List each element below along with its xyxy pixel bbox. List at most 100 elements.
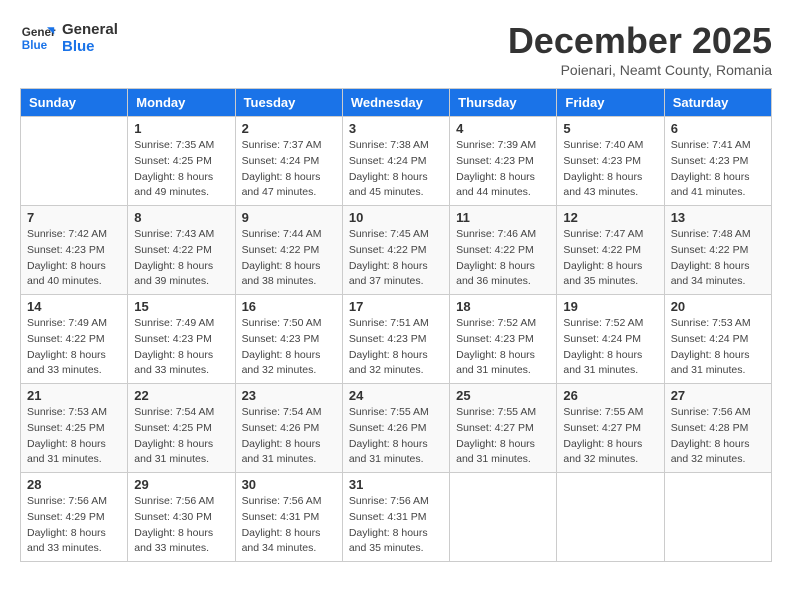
day-info: Sunrise: 7:56 AM Sunset: 4:29 PM Dayligh… <box>27 494 121 557</box>
day-info: Sunrise: 7:54 AM Sunset: 4:26 PM Dayligh… <box>242 405 336 468</box>
day-header-monday: Monday <box>128 89 235 117</box>
month-title: December 2025 <box>508 20 772 62</box>
day-number: 22 <box>134 388 228 403</box>
day-number: 4 <box>456 121 550 136</box>
logo-icon: General Blue <box>20 20 56 56</box>
day-number: 5 <box>563 121 657 136</box>
day-info: Sunrise: 7:52 AM Sunset: 4:23 PM Dayligh… <box>456 316 550 379</box>
day-info: Sunrise: 7:56 AM Sunset: 4:31 PM Dayligh… <box>349 494 443 557</box>
day-info: Sunrise: 7:52 AM Sunset: 4:24 PM Dayligh… <box>563 316 657 379</box>
day-header-saturday: Saturday <box>664 89 771 117</box>
day-info: Sunrise: 7:49 AM Sunset: 4:23 PM Dayligh… <box>134 316 228 379</box>
calendar-week-2: 7 Sunrise: 7:42 AM Sunset: 4:23 PM Daylig… <box>21 206 772 295</box>
calendar-cell: 22 Sunrise: 7:54 AM Sunset: 4:25 PM Dayli… <box>128 384 235 473</box>
day-header-friday: Friday <box>557 89 664 117</box>
day-info: Sunrise: 7:49 AM Sunset: 4:22 PM Dayligh… <box>27 316 121 379</box>
calendar-week-4: 21Sunrise: 7:53 AM Sunset: 4:25 PM Dayli… <box>21 384 772 473</box>
day-number: 3 <box>349 121 443 136</box>
day-number: 26 <box>563 388 657 403</box>
day-info: Sunrise: 7:56 AM Sunset: 4:30 PM Dayligh… <box>134 494 228 557</box>
day-info: Sunrise: 7:44 AM Sunset: 4:22 PM Dayligh… <box>242 227 336 290</box>
calendar-table: SundayMondayTuesdayWednesdayThursdayFrid… <box>20 88 772 562</box>
logo-line1: General <box>62 21 118 38</box>
day-info: Sunrise: 7:54 AM Sunset: 4:25 PM Dayligh… <box>134 405 228 468</box>
day-info: Sunrise: 7:35 AM Sunset: 4:25 PM Dayligh… <box>134 138 228 201</box>
day-number: 23 <box>242 388 336 403</box>
calendar-cell: 1 Sunrise: 7:35 AM Sunset: 4:25 PM Daylig… <box>128 117 235 206</box>
day-info: Sunrise: 7:55 AM Sunset: 4:26 PM Dayligh… <box>349 405 443 468</box>
day-number: 2 <box>242 121 336 136</box>
day-info: Sunrise: 7:39 AM Sunset: 4:23 PM Dayligh… <box>456 138 550 201</box>
day-info: Sunrise: 7:55 AM Sunset: 4:27 PM Dayligh… <box>456 405 550 468</box>
calendar-cell: 30Sunrise: 7:56 AM Sunset: 4:31 PM Dayli… <box>235 473 342 562</box>
day-info: Sunrise: 7:42 AM Sunset: 4:23 PM Dayligh… <box>27 227 121 290</box>
day-info: Sunrise: 7:53 AM Sunset: 4:24 PM Dayligh… <box>671 316 765 379</box>
calendar-cell: 19Sunrise: 7:52 AM Sunset: 4:24 PM Dayli… <box>557 295 664 384</box>
calendar-cell: 10 Sunrise: 7:45 AM Sunset: 4:22 PM Dayli… <box>342 206 449 295</box>
calendar-cell: 11 Sunrise: 7:46 AM Sunset: 4:22 PM Dayli… <box>450 206 557 295</box>
day-info: Sunrise: 7:51 AM Sunset: 4:23 PM Dayligh… <box>349 316 443 379</box>
logo: General Blue General Blue <box>20 20 118 56</box>
day-number: 15 <box>134 299 228 314</box>
day-number: 14 <box>27 299 121 314</box>
calendar-header-row: SundayMondayTuesdayWednesdayThursdayFrid… <box>21 89 772 117</box>
svg-text:Blue: Blue <box>22 39 48 52</box>
day-number: 12 <box>563 210 657 225</box>
calendar-cell: 25 Sunrise: 7:55 AM Sunset: 4:27 PM Dayli… <box>450 384 557 473</box>
calendar-cell: 3 Sunrise: 7:38 AM Sunset: 4:24 PM Daylig… <box>342 117 449 206</box>
calendar-week-5: 28 Sunrise: 7:56 AM Sunset: 4:29 PM Dayli… <box>21 473 772 562</box>
day-header-wednesday: Wednesday <box>342 89 449 117</box>
day-info: Sunrise: 7:48 AM Sunset: 4:22 PM Dayligh… <box>671 227 765 290</box>
day-number: 6 <box>671 121 765 136</box>
calendar-cell: 21Sunrise: 7:53 AM Sunset: 4:25 PM Dayli… <box>21 384 128 473</box>
calendar-cell: 12 Sunrise: 7:47 AM Sunset: 4:22 PM Dayli… <box>557 206 664 295</box>
calendar-cell: 13Sunrise: 7:48 AM Sunset: 4:22 PM Dayli… <box>664 206 771 295</box>
day-number: 17 <box>349 299 443 314</box>
day-info: Sunrise: 7:37 AM Sunset: 4:24 PM Dayligh… <box>242 138 336 201</box>
day-number: 10 <box>349 210 443 225</box>
day-header-tuesday: Tuesday <box>235 89 342 117</box>
calendar-cell <box>664 473 771 562</box>
calendar-cell: 29 Sunrise: 7:56 AM Sunset: 4:30 PM Dayli… <box>128 473 235 562</box>
calendar-week-1: 1 Sunrise: 7:35 AM Sunset: 4:25 PM Daylig… <box>21 117 772 206</box>
day-number: 8 <box>134 210 228 225</box>
day-info: Sunrise: 7:38 AM Sunset: 4:24 PM Dayligh… <box>349 138 443 201</box>
calendar-cell <box>557 473 664 562</box>
calendar-cell: 20Sunrise: 7:53 AM Sunset: 4:24 PM Dayli… <box>664 295 771 384</box>
calendar-cell: 6 Sunrise: 7:41 AM Sunset: 4:23 PM Daylig… <box>664 117 771 206</box>
logo-line2: Blue <box>62 38 118 55</box>
page-header: General Blue General Blue December 2025 … <box>20 20 772 78</box>
day-number: 24 <box>349 388 443 403</box>
calendar-cell <box>21 117 128 206</box>
day-number: 1 <box>134 121 228 136</box>
calendar-cell: 2 Sunrise: 7:37 AM Sunset: 4:24 PM Daylig… <box>235 117 342 206</box>
calendar-cell: 23 Sunrise: 7:54 AM Sunset: 4:26 PM Dayli… <box>235 384 342 473</box>
calendar-cell: 5Sunrise: 7:40 AM Sunset: 4:23 PM Daylig… <box>557 117 664 206</box>
calendar-cell: 15 Sunrise: 7:49 AM Sunset: 4:23 PM Dayli… <box>128 295 235 384</box>
day-info: Sunrise: 7:43 AM Sunset: 4:22 PM Dayligh… <box>134 227 228 290</box>
day-info: Sunrise: 7:45 AM Sunset: 4:22 PM Dayligh… <box>349 227 443 290</box>
day-number: 16 <box>242 299 336 314</box>
location-subtitle: Poienari, Neamt County, Romania <box>508 62 772 78</box>
calendar-cell: 7 Sunrise: 7:42 AM Sunset: 4:23 PM Daylig… <box>21 206 128 295</box>
calendar-cell: 31Sunrise: 7:56 AM Sunset: 4:31 PM Dayli… <box>342 473 449 562</box>
calendar-cell <box>450 473 557 562</box>
day-number: 7 <box>27 210 121 225</box>
day-info: Sunrise: 7:41 AM Sunset: 4:23 PM Dayligh… <box>671 138 765 201</box>
day-number: 25 <box>456 388 550 403</box>
day-number: 21 <box>27 388 121 403</box>
calendar-week-3: 14 Sunrise: 7:49 AM Sunset: 4:22 PM Dayli… <box>21 295 772 384</box>
day-info: Sunrise: 7:56 AM Sunset: 4:31 PM Dayligh… <box>242 494 336 557</box>
calendar-cell: 24 Sunrise: 7:55 AM Sunset: 4:26 PM Dayli… <box>342 384 449 473</box>
day-header-thursday: Thursday <box>450 89 557 117</box>
calendar-cell: 18Sunrise: 7:52 AM Sunset: 4:23 PM Dayli… <box>450 295 557 384</box>
day-number: 28 <box>27 477 121 492</box>
calendar-cell: 16Sunrise: 7:50 AM Sunset: 4:23 PM Dayli… <box>235 295 342 384</box>
day-info: Sunrise: 7:46 AM Sunset: 4:22 PM Dayligh… <box>456 227 550 290</box>
day-info: Sunrise: 7:47 AM Sunset: 4:22 PM Dayligh… <box>563 227 657 290</box>
day-info: Sunrise: 7:56 AM Sunset: 4:28 PM Dayligh… <box>671 405 765 468</box>
calendar-cell: 17 Sunrise: 7:51 AM Sunset: 4:23 PM Dayli… <box>342 295 449 384</box>
day-info: Sunrise: 7:55 AM Sunset: 4:27 PM Dayligh… <box>563 405 657 468</box>
day-number: 29 <box>134 477 228 492</box>
day-number: 11 <box>456 210 550 225</box>
